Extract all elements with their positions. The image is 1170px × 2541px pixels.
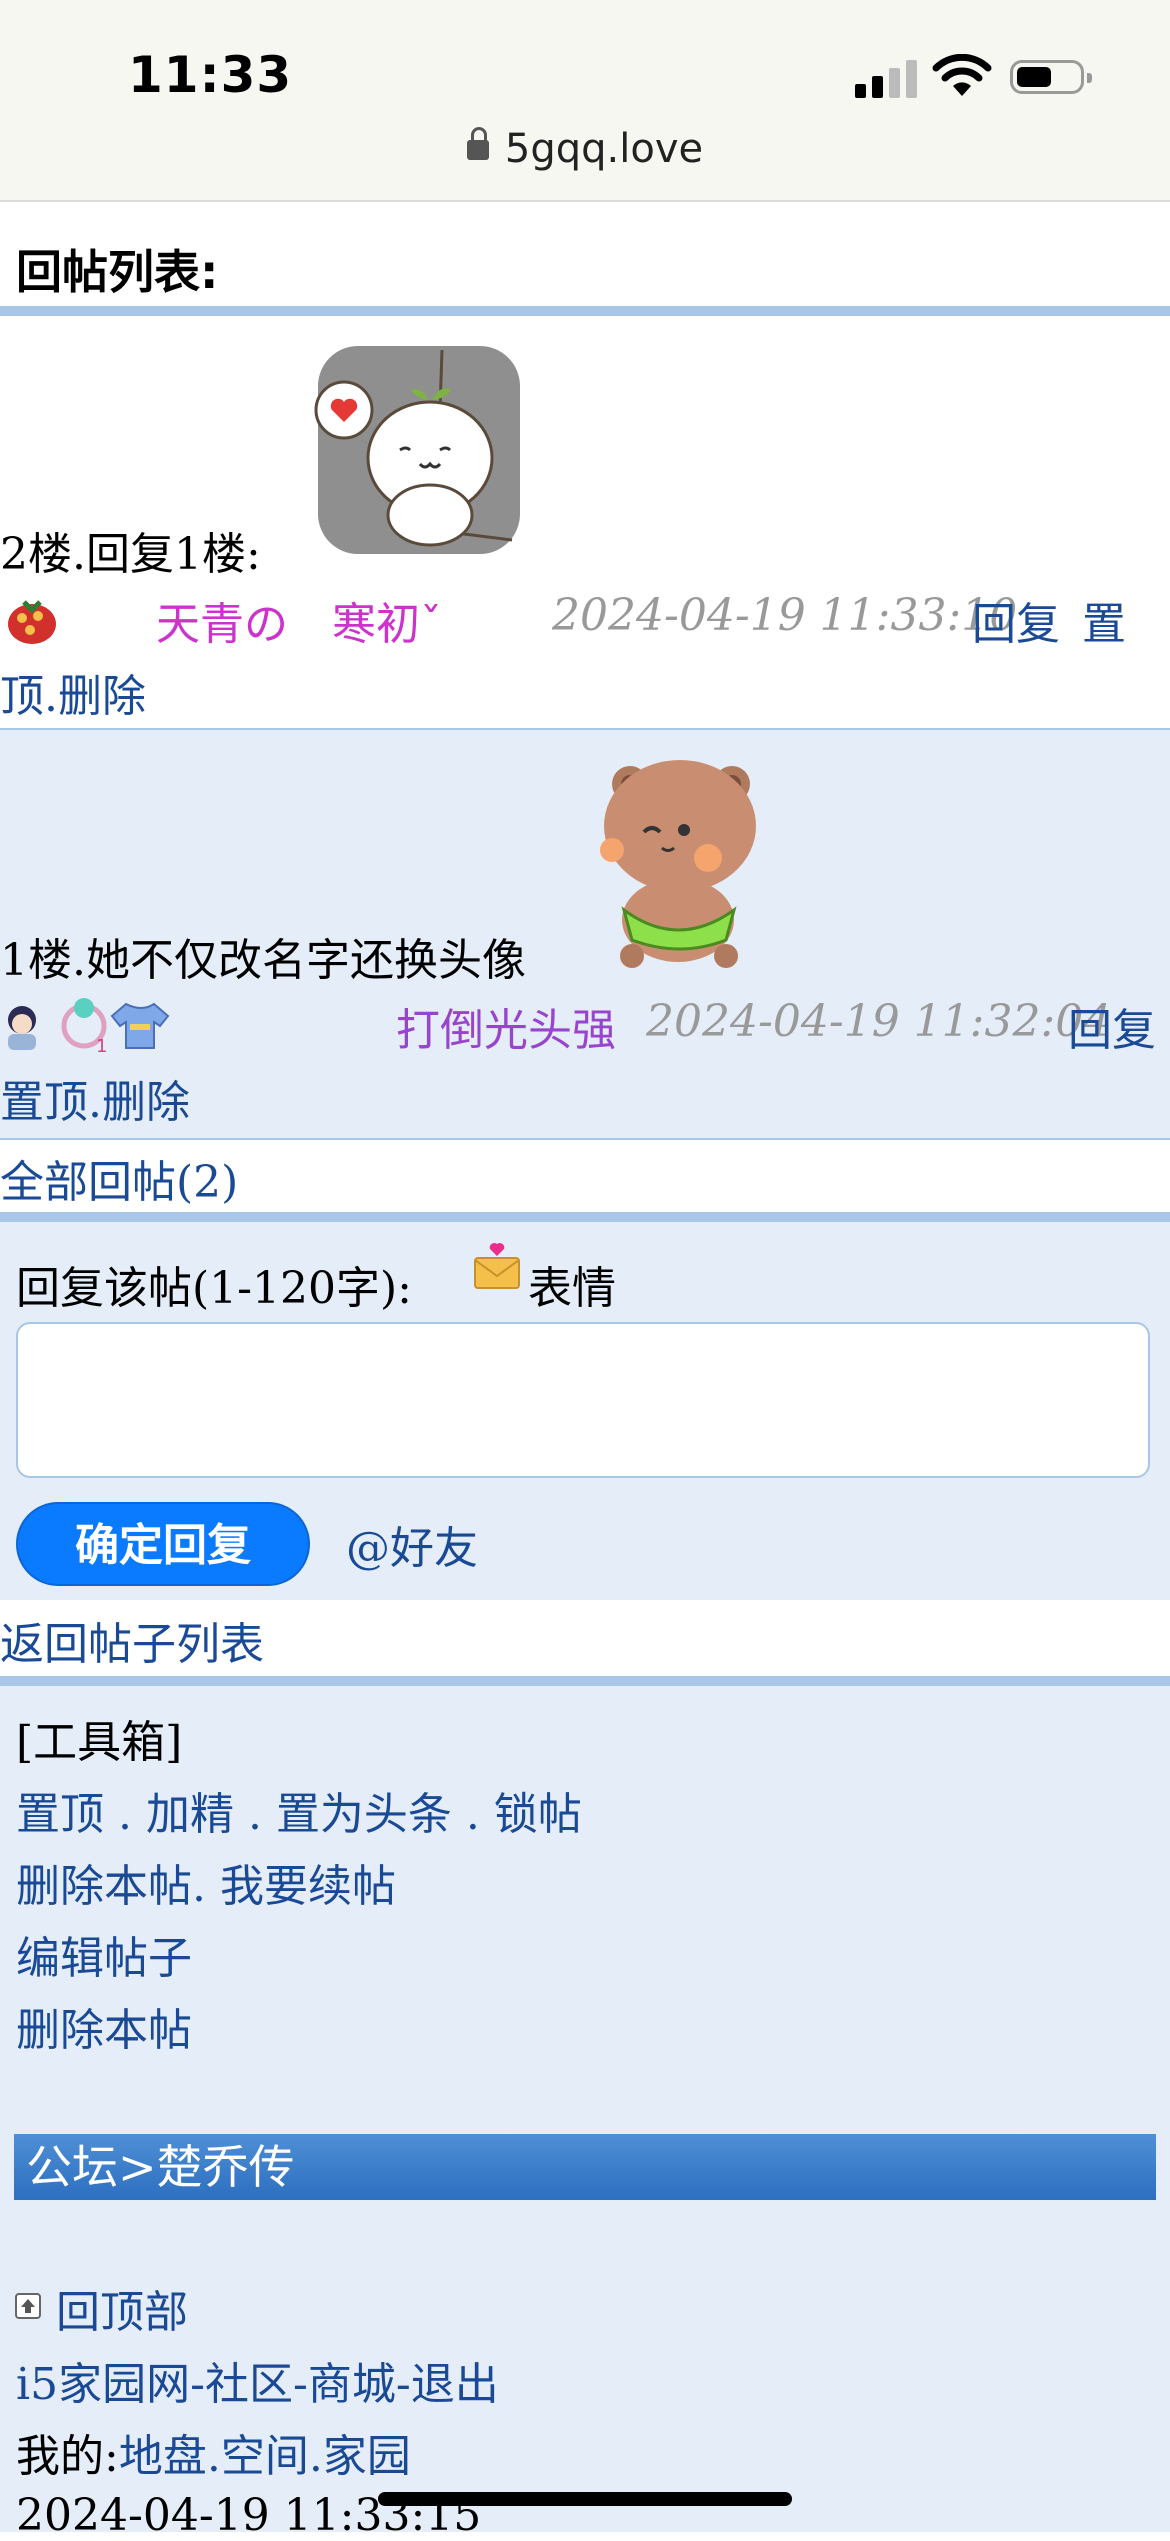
divider xyxy=(0,1212,1170,1222)
delete-post-link[interactable]: 删除本帖 xyxy=(16,1861,192,1912)
my-label: 我的: xyxy=(16,2431,119,2482)
delete-link[interactable]: .删除 xyxy=(44,660,146,724)
reply-post: 1楼.她不仅改名字还换头像 1 打倒光头强 2024-04-19 11:32:0… xyxy=(0,730,1170,1140)
divider xyxy=(0,1676,1170,1686)
site-home-link[interactable]: i5家园网 xyxy=(16,2359,190,2410)
breadcrumb-separator: > xyxy=(118,2140,157,2194)
lock-post-link[interactable]: 锁帖 xyxy=(494,1789,582,1840)
back-to-list-row: 返回帖子列表 xyxy=(0,1600,1170,1678)
clock: 11:33 xyxy=(128,46,293,104)
territory-link[interactable]: 地盘 xyxy=(119,2431,207,2482)
reply-label: 回复该帖(1-120字): xyxy=(16,1263,412,1314)
home-indicator xyxy=(378,2492,792,2506)
shirt-badge-icon xyxy=(110,1002,170,1049)
back-to-top-link[interactable]: 回顶部 xyxy=(56,2276,188,2340)
post-floor-text: 1楼.她不仅改名字还换头像 xyxy=(0,935,526,986)
pin-link[interactable]: 置 xyxy=(1082,588,1126,652)
toolbox-row-1: 置顶 . 加精 . 置为头条 . 锁帖 xyxy=(16,1778,582,1842)
edit-post-link[interactable]: 编辑帖子 xyxy=(16,1922,192,1986)
home-link[interactable]: 家园 xyxy=(323,2431,411,2482)
lock-icon xyxy=(466,127,489,160)
at-friend-link[interactable]: @好友 xyxy=(346,1512,478,1576)
back-to-top-icon[interactable] xyxy=(14,2292,42,2320)
my-links: 我的:地盘.空间.家园 xyxy=(16,2420,411,2484)
divider xyxy=(0,306,1170,316)
reply-link[interactable]: 回复 xyxy=(1068,994,1156,1058)
breadcrumb: 公坛>楚乔传 xyxy=(14,2134,1156,2200)
ring-badge-icon: 1 xyxy=(61,998,107,1054)
all-replies-link[interactable]: 全部回帖(2) xyxy=(0,1146,238,1210)
breadcrumb-forum[interactable]: 公坛 xyxy=(26,2140,118,2194)
back-to-list-link[interactable]: 返回帖子列表 xyxy=(0,1608,264,1672)
pin-link[interactable]: 置顶 xyxy=(0,1066,88,1130)
svg-text:1: 1 xyxy=(96,1036,107,1054)
separator: . xyxy=(451,1789,494,1840)
separator: - xyxy=(395,2359,411,2410)
url-text: 5gqq.love xyxy=(504,126,704,172)
separator: . xyxy=(308,2431,323,2482)
feature-post-link[interactable]: 加精 xyxy=(146,1789,234,1840)
breadcrumb-board[interactable]: 楚乔传 xyxy=(157,2140,295,2194)
emoji-envelope-icon[interactable] xyxy=(472,1242,522,1292)
reply-post: 2楼.回复1楼: 天青の 寒初ˇ 2024-04-19 11:33:10 回复 … xyxy=(0,318,1170,730)
post-floor-text: 2楼.回复1楼: xyxy=(0,529,261,580)
separator: . xyxy=(233,1789,276,1840)
pin-post-link[interactable]: 置顶 xyxy=(16,1789,104,1840)
address-bar[interactable]: 5gqq.love xyxy=(0,126,1170,172)
toolbox-panel: [工具箱] 置顶 . 加精 . 置为头条 . 锁帖 删除本帖. 我要续帖 编辑帖… xyxy=(0,1686,1170,2541)
pin-link-cont[interactable]: 顶 xyxy=(0,660,44,724)
headline-link[interactable]: 置为头条 xyxy=(276,1789,452,1840)
separator: . xyxy=(206,2431,221,2482)
separator: - xyxy=(292,2359,308,2410)
post-username[interactable]: 打倒光头强 xyxy=(396,994,616,1058)
submit-reply-button[interactable]: 确定回复 xyxy=(16,1502,310,1586)
wifi-icon xyxy=(932,54,992,96)
status-bar: 11:33 5gqq.love xyxy=(0,0,1170,202)
separator: - xyxy=(190,2359,205,2410)
reply-link[interactable]: 回复 xyxy=(972,588,1060,652)
battery-icon xyxy=(1010,60,1092,94)
sticker-image xyxy=(314,346,520,554)
footer-links: i5家园网-社区-商城-退出 xyxy=(16,2348,499,2412)
delete-link[interactable]: .删除 xyxy=(88,1066,190,1130)
post-time: 2024-04-19 11:33:10 xyxy=(552,590,1018,641)
separator: . xyxy=(192,1861,220,1912)
separator: . xyxy=(104,1789,146,1840)
reply-form: 回复该帖(1-120字): 表情 确定回复 @好友 xyxy=(0,1222,1170,1600)
page-title: 回帖列表: xyxy=(16,245,219,299)
community-link[interactable]: 社区 xyxy=(205,2359,293,2410)
continue-post-link[interactable]: 我要续帖 xyxy=(220,1861,396,1912)
all-replies-row: 全部回帖(2) xyxy=(0,1140,1170,1214)
delete-post-link-2[interactable]: 删除本帖 xyxy=(16,1994,192,2058)
mall-link[interactable]: 商城 xyxy=(308,2359,396,2410)
cellular-signal-icon xyxy=(855,58,917,98)
toolbox-title: [工具箱] xyxy=(16,1717,183,1768)
user-badge-icon xyxy=(8,600,56,644)
toolbox-row-2: 删除本帖. 我要续帖 xyxy=(16,1850,396,1914)
post-time: 2024-04-19 11:32:04 xyxy=(646,996,1112,1047)
user-avatar-icon xyxy=(8,1006,36,1050)
reply-textarea[interactable] xyxy=(16,1322,1150,1478)
sticker-image xyxy=(600,760,756,968)
space-link[interactable]: 空间 xyxy=(221,2431,309,2482)
post-username[interactable]: 天青の 寒初ˇ xyxy=(156,588,442,652)
logout-link[interactable]: 退出 xyxy=(411,2359,499,2410)
emoji-link[interactable]: 表情 xyxy=(528,1252,616,1316)
